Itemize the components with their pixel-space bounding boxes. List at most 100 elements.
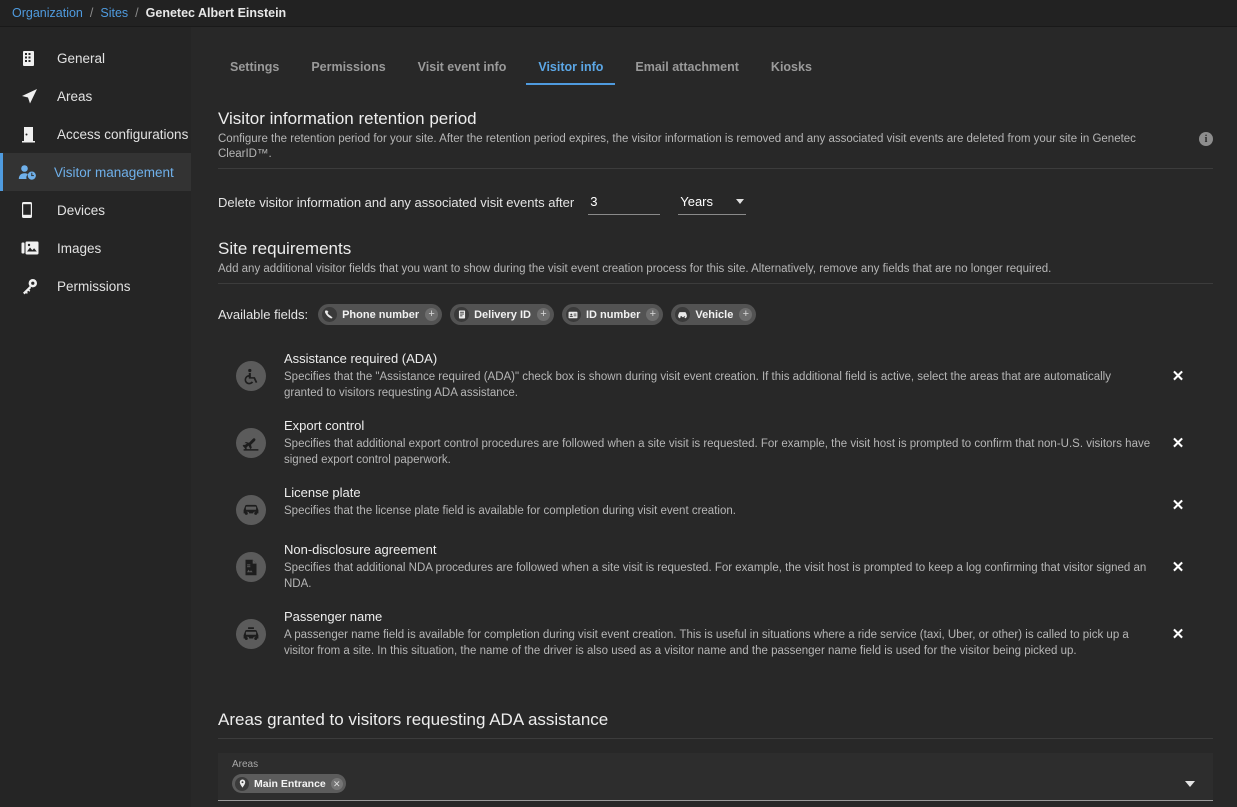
remove-requirement-button[interactable]: ✕ — [1165, 434, 1191, 452]
areas-field-inner: Areas Main Entrance ✕ — [232, 759, 346, 793]
available-field-chip-id-number[interactable]: ID number + — [562, 304, 663, 325]
content-area: Visitor information retention period Con… — [191, 109, 1237, 801]
add-field-icon[interactable]: + — [537, 308, 550, 321]
chip-label: ID number — [586, 309, 640, 321]
requirement-description: Specifies that the "Assistance required … — [284, 369, 1151, 401]
retention-control-row: Delete visitor information and any assoc… — [218, 191, 1213, 215]
car-icon — [675, 307, 690, 322]
requirement-text: Assistance required (ADA) Specifies that… — [284, 351, 1165, 401]
tab-visitor-info[interactable]: Visitor info — [526, 60, 615, 85]
chevron-down-icon — [736, 199, 744, 204]
remove-requirement-button[interactable]: ✕ — [1165, 625, 1191, 643]
sidebar-item-devices[interactable]: Devices — [0, 191, 191, 229]
requirement-title: Non-disclosure agreement — [284, 542, 1151, 557]
site-requirements-description-row: Add any additional visitor fields that y… — [218, 262, 1213, 284]
tab-settings[interactable]: Settings — [218, 60, 291, 85]
remove-requirement-button[interactable]: ✕ — [1165, 496, 1191, 514]
building-icon — [21, 48, 47, 68]
breadcrumb-separator-1: / — [90, 6, 93, 20]
sidebar-item-label: General — [57, 51, 105, 66]
available-fields-row: Available fields: Phone number + Deliver… — [218, 304, 1213, 325]
breadcrumb-current-site: Genetec Albert Einstein — [146, 6, 287, 20]
add-field-icon[interactable]: + — [425, 308, 438, 321]
requirement-title: Assistance required (ADA) — [284, 351, 1151, 366]
breadcrumb: Organization / Sites / Genetec Albert Ei… — [0, 0, 1237, 27]
add-field-icon[interactable]: + — [646, 308, 659, 321]
breadcrumb-link-organization[interactable]: Organization — [12, 6, 83, 20]
sidebar-item-general[interactable]: General — [0, 39, 191, 77]
phone-icon — [322, 307, 337, 322]
requirement-description: A passenger name field is available for … — [284, 627, 1151, 659]
retention-unit-select[interactable]: Years — [678, 191, 746, 215]
tab-visit-event-info[interactable]: Visit event info — [406, 60, 519, 85]
sidebar-item-permissions[interactable]: Permissions — [0, 267, 191, 305]
requirement-text: License plate Specifies that the license… — [284, 485, 1165, 519]
sidebar-item-label: Permissions — [57, 279, 131, 294]
door-icon — [21, 124, 47, 144]
chip-label: Delivery ID — [474, 309, 531, 321]
sidebar-item-access-configurations[interactable]: Access configurations — [0, 115, 191, 153]
sidebar-item-visitor-management[interactable]: Visitor management — [0, 153, 191, 191]
requirement-row-license-plate: License plate Specifies that the license… — [218, 477, 1213, 534]
add-field-icon[interactable]: + — [739, 308, 752, 321]
areas-field-caption: Areas — [232, 759, 346, 770]
available-fields-label: Available fields: — [218, 307, 308, 322]
sidebar: General Areas Access configurations Visi… — [0, 27, 191, 807]
chip-label: Vehicle — [695, 309, 733, 321]
mobile-device-icon — [21, 200, 47, 220]
chevron-down-icon[interactable] — [1185, 781, 1195, 787]
sidebar-item-label: Images — [57, 241, 101, 256]
id-card-icon — [566, 307, 581, 322]
tab-permissions[interactable]: Permissions — [299, 60, 397, 85]
taxi-icon — [236, 619, 266, 649]
breadcrumb-link-sites[interactable]: Sites — [100, 6, 128, 20]
sidebar-item-areas[interactable]: Areas — [0, 77, 191, 115]
site-requirements-description: Add any additional visitor fields that y… — [218, 262, 1213, 277]
area-chip-main-entrance[interactable]: Main Entrance ✕ — [232, 774, 346, 793]
requirement-description: Specifies that the license plate field i… — [284, 503, 1151, 519]
tab-bar: Settings Permissions Visit event info Vi… — [191, 43, 1237, 85]
tab-kiosks[interactable]: Kiosks — [759, 60, 824, 85]
signed-document-icon — [236, 552, 266, 582]
available-field-chip-delivery-id[interactable]: Delivery ID + — [450, 304, 554, 325]
sidebar-item-label: Devices — [57, 203, 105, 218]
images-icon — [21, 238, 47, 258]
available-field-chip-phone-number[interactable]: Phone number + — [318, 304, 442, 325]
main-panel: Settings Permissions Visit event info Vi… — [191, 27, 1237, 807]
sidebar-item-label: Visitor management — [54, 165, 174, 180]
chip-label: Phone number — [342, 309, 419, 321]
visitor-clock-icon — [18, 162, 44, 182]
remove-requirement-button[interactable]: ✕ — [1165, 558, 1191, 576]
retention-description: Configure the retention period for your … — [218, 132, 1191, 162]
requirement-row-assistance-required-ada: Assistance required (ADA) Specifies that… — [218, 343, 1213, 410]
car-icon — [236, 495, 266, 525]
remove-requirement-button[interactable]: ✕ — [1165, 367, 1191, 385]
breadcrumb-separator-2: / — [135, 6, 138, 20]
requirement-text: Export control Specifies that additional… — [284, 418, 1165, 468]
requirement-title: License plate — [284, 485, 1151, 500]
airplane-export-icon — [236, 428, 266, 458]
areas-granted-title: Areas granted to visitors requesting ADA… — [218, 710, 1213, 739]
requirement-text: Passenger name A passenger name field is… — [284, 609, 1165, 659]
areas-granted-section: Areas granted to visitors requesting ADA… — [218, 710, 1213, 801]
delivery-id-icon — [454, 307, 469, 322]
site-requirements-list: Assistance required (ADA) Specifies that… — [218, 343, 1213, 668]
requirement-row-passenger-name: Passenger name A passenger name field is… — [218, 601, 1213, 668]
retention-value-input[interactable] — [588, 191, 660, 215]
remove-area-icon[interactable]: ✕ — [331, 778, 343, 790]
sidebar-item-images[interactable]: Images — [0, 229, 191, 267]
requirement-description: Specifies that additional NDA procedures… — [284, 560, 1151, 592]
requirement-row-export-control: Export control Specifies that additional… — [218, 410, 1213, 477]
tab-email-attachment[interactable]: Email attachment — [623, 60, 751, 85]
requirement-title: Passenger name — [284, 609, 1151, 624]
requirement-description: Specifies that additional export control… — [284, 436, 1151, 468]
requirement-title: Export control — [284, 418, 1151, 433]
retention-field-label: Delete visitor information and any assoc… — [218, 195, 574, 215]
info-icon[interactable]: i — [1199, 132, 1213, 146]
available-field-chip-vehicle[interactable]: Vehicle + — [671, 304, 756, 325]
navigation-arrow-icon — [21, 86, 47, 106]
retention-unit-value: Years — [680, 194, 713, 209]
location-pin-icon — [235, 777, 249, 791]
area-chip-label: Main Entrance — [254, 778, 326, 790]
areas-multiselect-field[interactable]: Areas Main Entrance ✕ — [218, 753, 1213, 801]
